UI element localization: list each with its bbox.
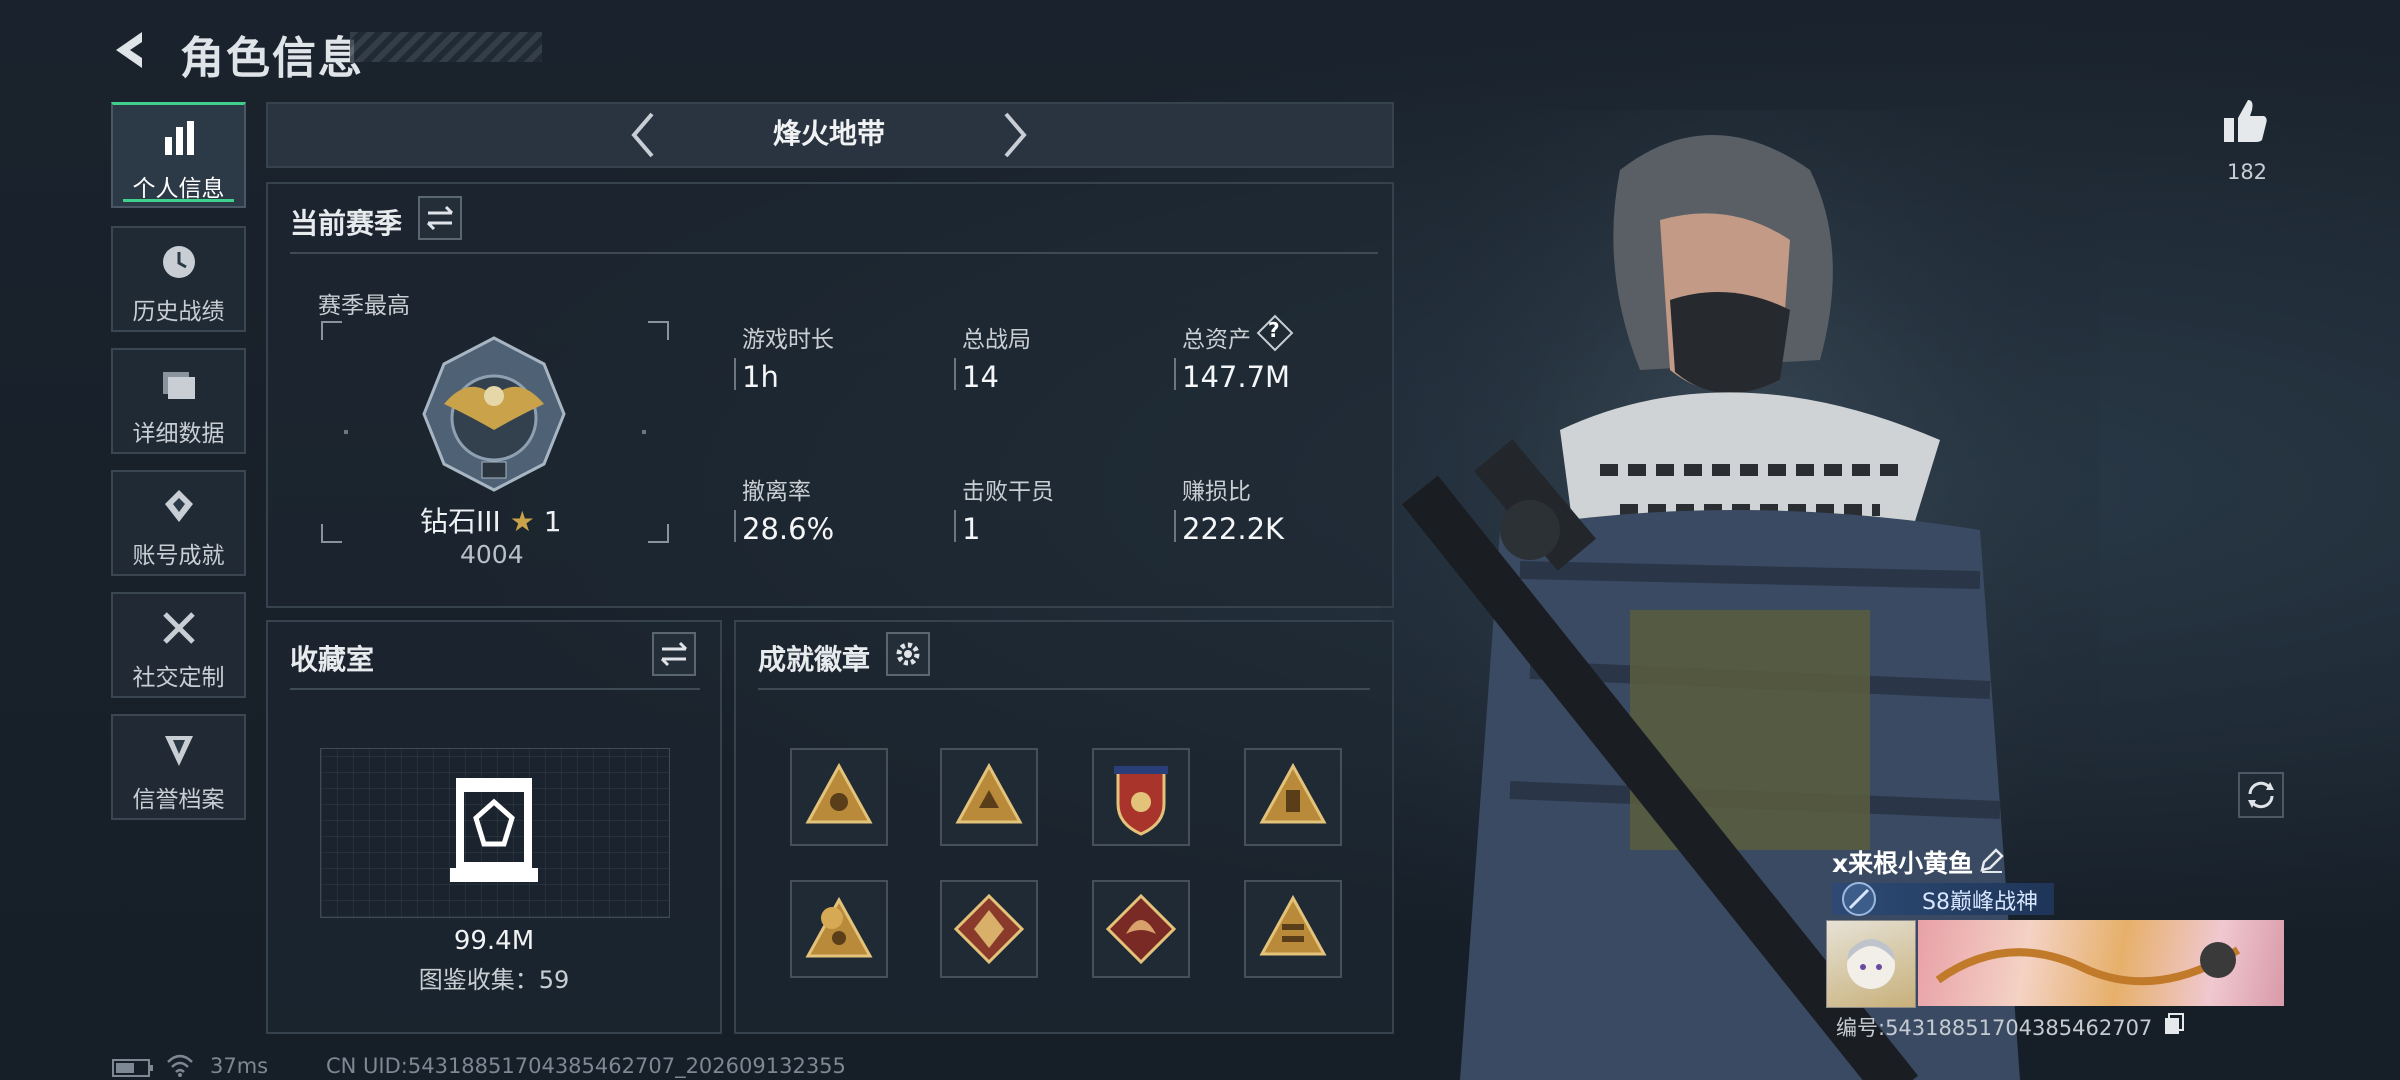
stat-value-operators-defeated: 1 bbox=[962, 512, 981, 546]
edit-name-icon[interactable] bbox=[1978, 846, 2006, 874]
stat-label-profit-loss-ratio: 赚损比 bbox=[1182, 479, 1251, 505]
thumbs-up-icon[interactable] bbox=[2220, 96, 2270, 146]
prev-mode-icon[interactable] bbox=[626, 110, 660, 160]
achievement-icon bbox=[164, 490, 193, 522]
badge-slot[interactable] bbox=[1092, 880, 1190, 978]
next-mode-icon[interactable] bbox=[998, 110, 1032, 160]
swap-icon bbox=[660, 641, 688, 667]
title-decoration bbox=[350, 32, 542, 62]
stat-marker bbox=[734, 358, 736, 390]
title-badge-text: S8巅峰战神 bbox=[1922, 890, 2038, 915]
stat-label-playtime: 游戏时长 bbox=[742, 327, 834, 353]
divider bbox=[758, 688, 1370, 690]
season-best-label: 赛季最高 bbox=[318, 293, 410, 319]
rank-stars: 1 bbox=[543, 505, 562, 538]
rank-score: 4004 bbox=[460, 540, 524, 569]
badge-icon bbox=[955, 762, 1023, 824]
refresh-icon bbox=[2248, 781, 2274, 809]
badge-slot[interactable] bbox=[790, 748, 888, 846]
page-title: 角色信息 bbox=[180, 33, 364, 84]
stat-marker bbox=[734, 510, 736, 542]
badge-slot[interactable] bbox=[790, 880, 888, 978]
stat-value-extraction-rate: 28.6% bbox=[742, 512, 835, 546]
display-case-icon bbox=[450, 778, 538, 882]
stat-label-extraction-rate: 撤离率 bbox=[742, 479, 811, 505]
badge-icon bbox=[1114, 766, 1168, 836]
sidebar-item-match-history[interactable]: 历史战绩 bbox=[111, 226, 246, 332]
season-switch-button[interactable] bbox=[418, 196, 462, 240]
badge-icon bbox=[1105, 893, 1177, 965]
badge-slot[interactable] bbox=[1092, 748, 1190, 846]
sidebar-item-social-customization[interactable]: 社交定制 bbox=[111, 592, 246, 698]
stat-value-total-matches: 14 bbox=[962, 360, 999, 394]
star-icon: ★ bbox=[509, 505, 535, 538]
copy-icon[interactable] bbox=[2162, 1012, 2186, 1036]
like-count: 182 bbox=[2226, 160, 2268, 184]
badge-icon bbox=[1259, 894, 1327, 956]
badge-icon bbox=[953, 893, 1025, 965]
gear-icon bbox=[896, 642, 920, 666]
badge-slot[interactable] bbox=[940, 748, 1038, 846]
refresh-button[interactable] bbox=[2238, 772, 2284, 818]
badge-slot[interactable] bbox=[1244, 748, 1342, 846]
stat-value-total-assets: 147.7M bbox=[1182, 360, 1291, 394]
stat-value-playtime: 1h bbox=[742, 360, 779, 394]
sidebar-item-label: 账号成就 bbox=[132, 543, 225, 569]
swap-icon bbox=[426, 205, 454, 231]
wifi-icon bbox=[167, 1054, 193, 1077]
avatar[interactable] bbox=[1826, 920, 1916, 1008]
banner-art bbox=[1935, 942, 2241, 986]
avatar-character-icon bbox=[1847, 939, 1895, 989]
sidebar-item-detailed-data[interactable]: 详细数据 bbox=[111, 348, 246, 454]
season-title: 当前赛季 bbox=[290, 207, 403, 240]
stat-value-profit-loss-ratio: 222.2K bbox=[1182, 512, 1285, 546]
help-icon-glyph: ? bbox=[1268, 318, 1280, 342]
badge-icon bbox=[805, 896, 873, 958]
stat-label-operators-defeated: 击败干员 bbox=[962, 479, 1054, 505]
title-emblem-icon bbox=[1842, 882, 1876, 916]
clock-icon bbox=[162, 246, 195, 278]
battery-icon bbox=[112, 1059, 153, 1077]
folder-icon bbox=[162, 372, 195, 399]
rank-name-row: 钻石III ★ 1 bbox=[420, 500, 562, 540]
badges-settings-button[interactable] bbox=[886, 632, 930, 676]
profile-banner[interactable] bbox=[1918, 920, 2284, 1006]
rank-medal-icon bbox=[422, 336, 566, 492]
sidebar-item-credibility-record[interactable]: 信誉档案 bbox=[111, 714, 246, 820]
divider bbox=[290, 252, 1378, 254]
tools-icon bbox=[162, 612, 195, 644]
badges-title: 成就徽章 bbox=[758, 643, 871, 676]
stat-label-total-assets: 总资产 bbox=[1182, 327, 1251, 353]
badge-icon bbox=[805, 762, 873, 824]
player-name: x来根小黄鱼 bbox=[1832, 849, 1974, 878]
sidebar-item-account-achievements[interactable]: 账号成就 bbox=[111, 470, 246, 576]
mode-name: 烽火地带 bbox=[772, 117, 885, 150]
stat-marker bbox=[954, 358, 956, 390]
sidebar-item-label: 社交定制 bbox=[132, 665, 225, 691]
sidebar-item-label: 信誉档案 bbox=[132, 787, 225, 813]
badge-icon bbox=[1259, 762, 1327, 824]
credibility-icon bbox=[164, 736, 193, 766]
divider bbox=[290, 688, 700, 690]
sidebar-item-label: 历史战绩 bbox=[132, 299, 225, 325]
stat-marker bbox=[1174, 358, 1176, 390]
collection-title: 收藏室 bbox=[290, 643, 375, 676]
sidebar-item-label: 详细数据 bbox=[132, 421, 225, 447]
badge-slot[interactable] bbox=[1244, 880, 1342, 978]
collection-switch-button[interactable] bbox=[652, 632, 696, 676]
uid-label: CN UID:5431885170438546​2707_20260913235… bbox=[326, 1054, 846, 1078]
sidebar-item-personal-info[interactable]: 个人信息 bbox=[111, 102, 246, 208]
collection-value: 99.4M bbox=[453, 926, 535, 956]
collection-count: 图鉴收集：59 bbox=[418, 966, 570, 994]
ping: 37ms bbox=[210, 1054, 269, 1078]
badge-slot[interactable] bbox=[940, 880, 1038, 978]
stat-marker bbox=[954, 510, 956, 542]
player-id: 编号:543188517043854627​07 bbox=[1836, 1016, 2153, 1040]
stat-marker bbox=[1174, 510, 1176, 542]
rank-name: 钻石III bbox=[420, 505, 501, 538]
bar-chart-icon bbox=[164, 121, 194, 155]
back-arrow-icon[interactable] bbox=[108, 26, 156, 74]
sidebar-item-label: 个人信息 bbox=[132, 176, 225, 202]
stat-label-total-matches: 总战局 bbox=[962, 327, 1031, 353]
